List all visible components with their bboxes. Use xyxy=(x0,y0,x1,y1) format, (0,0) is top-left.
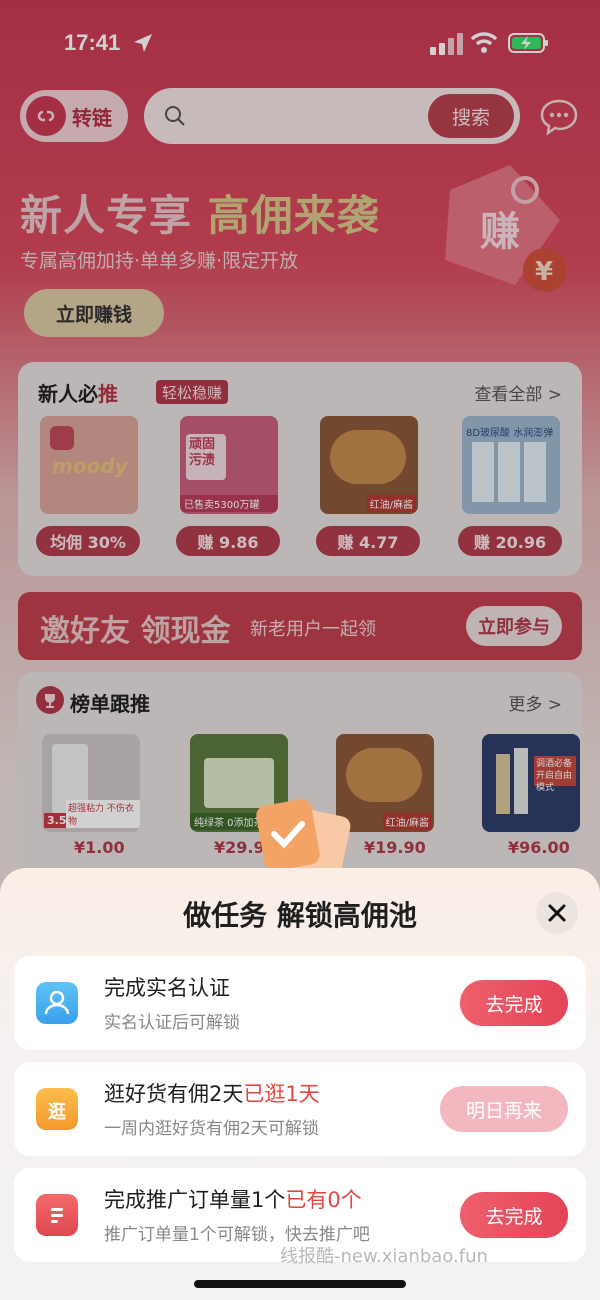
go-complete-button[interactable]: 去完成 xyxy=(460,1192,568,1238)
order-bag-icon xyxy=(36,1194,78,1236)
task-title: 逛好货有佣2天已逛1天 xyxy=(104,1078,320,1108)
sheet-title: 做任务 解锁高佣池 xyxy=(183,899,417,932)
task-item-browse: 逛 逛好货有佣2天已逛1天 一周内逛好货有佣2天可解锁 明日再来 xyxy=(14,1062,586,1156)
task-sheet: 做任务 解锁高佣池 完成实名认证 实名认证后可解锁 去完成 逛 逛好货有佣2天已… xyxy=(0,868,600,1300)
come-back-tomorrow-button[interactable]: 明日再来 xyxy=(440,1086,568,1132)
shopping-bag-icon: 逛 xyxy=(36,1088,78,1130)
task-title-accent: 已有0个 xyxy=(285,1188,362,1212)
task-item-realname: 完成实名认证 实名认证后可解锁 去完成 xyxy=(14,956,586,1050)
task-title: 完成推广订单量1个已有0个 xyxy=(104,1184,362,1214)
task-title-text: 完成推广订单量1个 xyxy=(104,1188,286,1212)
task-title: 完成实名认证 xyxy=(104,972,230,1002)
shopping-bag-icon-text: 逛 xyxy=(48,1102,66,1123)
task-title-accent: 已逛1天 xyxy=(243,1082,320,1106)
go-complete-button[interactable]: 去完成 xyxy=(460,980,568,1026)
task-subtitle: 实名认证后可解锁 xyxy=(104,1013,240,1033)
task-subtitle: 一周内逛好货有佣2天可解锁 xyxy=(104,1119,319,1139)
task-title-text: 完成实名认证 xyxy=(104,976,230,1000)
home-indicator[interactable] xyxy=(194,1280,406,1288)
close-icon xyxy=(548,904,566,922)
watermark-text: 线报酷-new.xianbao.fun xyxy=(280,1246,488,1267)
id-card-icon xyxy=(36,982,78,1024)
task-title-text: 逛好货有佣2天 xyxy=(104,1082,244,1106)
close-button[interactable] xyxy=(536,892,578,934)
